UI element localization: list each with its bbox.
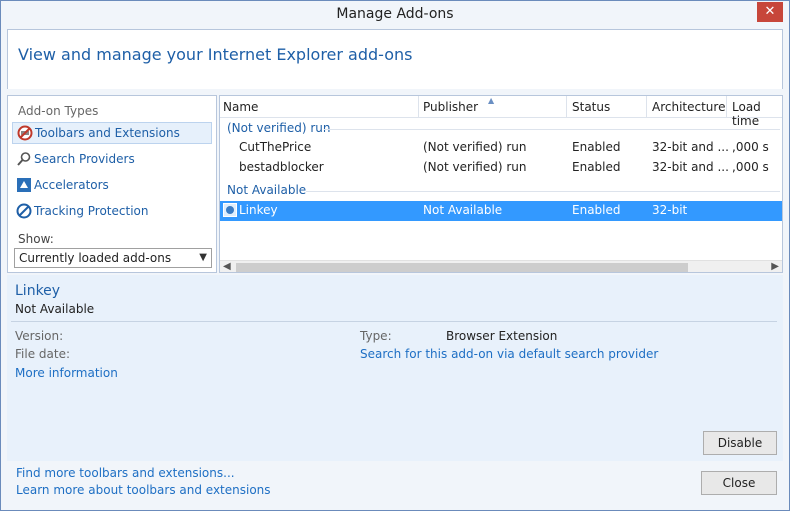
header-title: View and manage your Internet Explorer a… [18,45,413,64]
cell-architecture: 32-bit and ... [652,160,729,174]
cell-name: bestadblocker [239,160,324,174]
column-header-status[interactable]: Status [572,100,610,114]
cell-publisher: (Not verified) run [423,140,527,154]
cell-status: Enabled [572,160,621,174]
chevron-down-icon: ▼ [199,252,207,263]
column-header-architecture[interactable]: Architecture [652,100,725,114]
window-title: Manage Add-ons [336,6,454,22]
column-header-publisher[interactable]: Publisher [423,100,478,114]
type-label: Tracking Protection [34,204,149,218]
search-icon [16,151,32,167]
cell-architecture: 32-bit [652,203,688,217]
details-pane: Linkey Not Available Version: File date:… [7,275,783,461]
cell-load-time: ,000 s [732,160,769,174]
toolbars-extensions-icon [17,125,33,141]
group-header: Not Available [227,183,307,197]
table-row[interactable]: Linkey Not Available Enabled 32-bit [220,201,782,221]
footer: Find more toolbars and extensions... Lea… [1,461,789,510]
addons-list: Name ▲ Publisher Status Architecture Loa… [219,95,783,273]
cell-name: CutThePrice [239,140,312,154]
type-tracking-protection[interactable]: Tracking Protection [12,200,212,222]
column-header-load-time[interactable]: Load time [732,100,782,128]
type-label: Accelerators [34,178,109,192]
table-row[interactable]: bestadblocker (Not verified) run Enabled… [220,158,782,178]
search-addon-link[interactable]: Search for this add-on via default searc… [360,347,658,361]
column-separator[interactable] [726,96,727,118]
type-value: Browser Extension [446,329,558,343]
column-separator[interactable] [646,96,647,118]
accelerators-icon [16,177,32,193]
group-divider [306,191,780,192]
scroll-right-icon[interactable]: ▶ [771,261,779,272]
cell-name: Linkey [239,203,278,217]
title-bar: Manage Add-ons ✕ [1,1,789,29]
more-information-link[interactable]: More information [15,366,118,380]
group-header: (Not verified) run [227,121,331,135]
disable-button[interactable]: Disable [703,431,777,455]
selected-addon-name: Linkey [15,283,61,299]
manage-addons-window: Manage Add-ons ✕ View and manage your In… [0,0,790,511]
cell-publisher: Not Available [423,203,503,217]
tracking-protection-icon [16,203,32,219]
group-divider [324,129,780,130]
cell-architecture: 32-bit and ... [652,140,729,154]
cell-publisher: (Not verified) run [423,160,527,174]
find-more-link[interactable]: Find more toolbars and extensions... [16,466,235,480]
show-dropdown[interactable]: Currently loaded add-ons ▼ [14,248,212,268]
addon-icon [223,203,237,220]
column-separator[interactable] [418,96,419,118]
window-close-button[interactable]: ✕ [757,2,783,22]
column-header-name[interactable]: Name [223,100,258,114]
selected-addon-publisher: Not Available [15,302,95,316]
column-separator[interactable] [566,96,567,118]
scrollbar-thumb[interactable] [236,263,688,272]
sort-arrow-icon: ▲ [488,96,495,105]
file-date-label: File date: [15,347,70,361]
horizontal-scrollbar[interactable]: ◀ ▶ [220,260,782,272]
cell-load-time: ,000 s [732,140,769,154]
type-label: Search Providers [34,152,135,166]
type-search-providers[interactable]: Search Providers [12,148,212,170]
show-label: Show: [18,232,54,246]
cell-status: Enabled [572,140,621,154]
addon-types-label: Add-on Types [18,104,99,118]
addon-types-panel: Add-on Types Toolbars and Extensions Sea… [7,95,217,273]
details-divider [11,321,777,322]
column-headers: Name ▲ Publisher Status Architecture Loa… [220,96,782,128]
version-label: Version: [15,329,64,343]
cell-status: Enabled [572,203,621,217]
close-button[interactable]: Close [701,471,777,495]
type-label: Type: [360,329,392,343]
type-toolbars-extensions[interactable]: Toolbars and Extensions [12,122,212,144]
scroll-left-icon[interactable]: ◀ [223,261,231,272]
table-row[interactable]: CutThePrice (Not verified) run Enabled 3… [220,138,782,158]
type-label: Toolbars and Extensions [35,126,180,140]
header-banner: View and manage your Internet Explorer a… [7,29,783,89]
learn-more-link[interactable]: Learn more about toolbars and extensions [16,483,271,497]
type-accelerators[interactable]: Accelerators [12,174,212,196]
show-dropdown-value: Currently loaded add-ons [19,251,172,265]
